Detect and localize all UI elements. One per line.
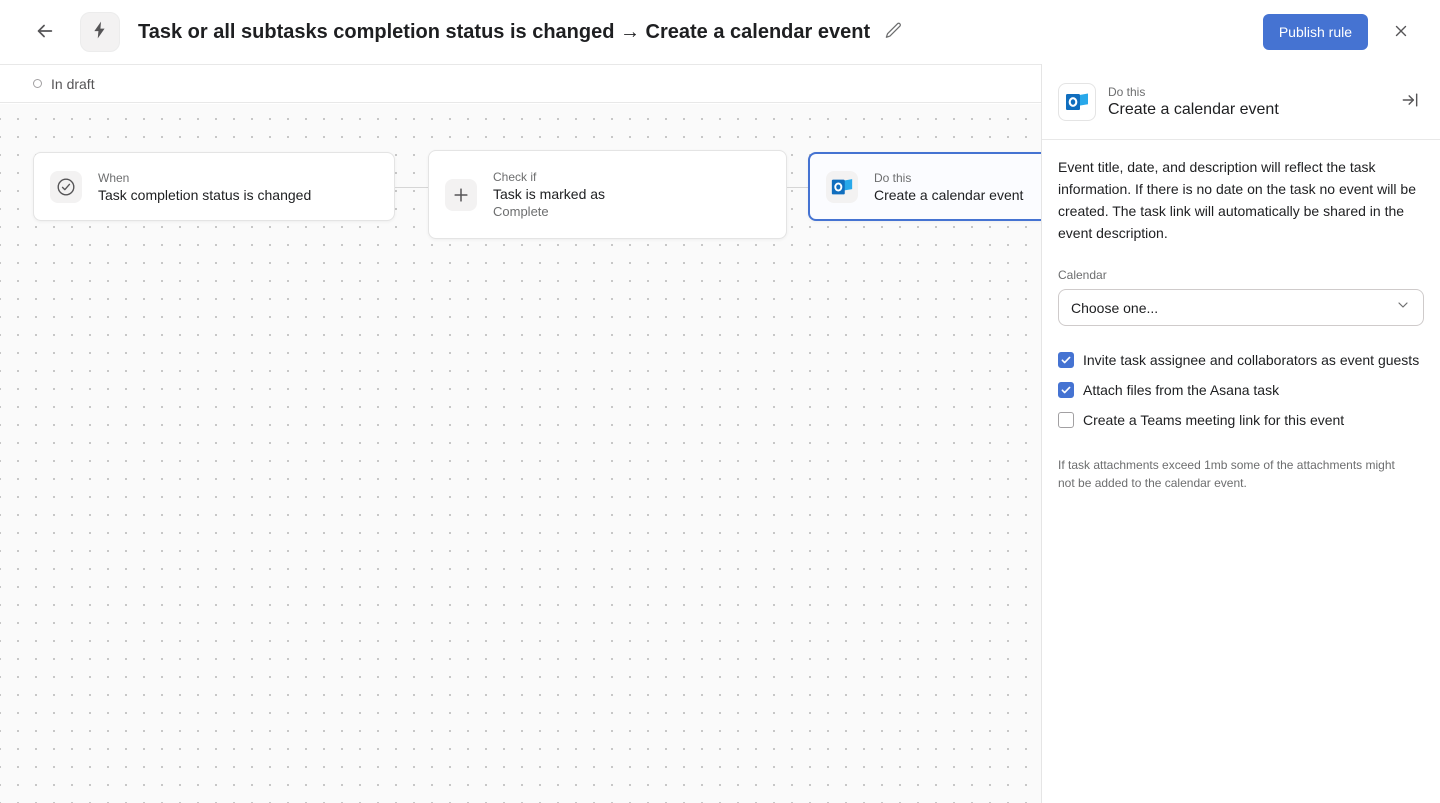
- card-connector: [787, 187, 808, 188]
- edit-title-button[interactable]: [880, 17, 907, 47]
- outlook-calendar-icon: [1058, 83, 1096, 121]
- draft-status-label: In draft: [51, 76, 95, 92]
- plus-icon: [445, 179, 477, 211]
- checkbox-teams-meeting-link[interactable]: Create a Teams meeting link for this eve…: [1058, 412, 1424, 428]
- checkbox-box[interactable]: [1058, 412, 1074, 428]
- options-checkbox-group: Invite task assignee and collaborators a…: [1058, 352, 1424, 428]
- panel-body: Event title, date, and description will …: [1042, 140, 1440, 508]
- card-title: Task is marked as: [493, 186, 605, 202]
- card-label: Check if: [493, 170, 605, 184]
- publish-rule-button[interactable]: Publish rule: [1263, 14, 1368, 50]
- arrow-left-icon: [34, 20, 56, 45]
- close-icon: [1392, 22, 1410, 43]
- card-subtitle: Complete: [493, 204, 605, 219]
- checkbox-label: Attach files from the Asana task: [1083, 382, 1279, 398]
- pencil-icon: [884, 21, 903, 43]
- condition-card-check-if[interactable]: Check if Task is marked as Complete: [428, 150, 787, 239]
- panel-step-label: Do this: [1108, 85, 1384, 99]
- close-button[interactable]: [1388, 18, 1414, 47]
- card-connector: [395, 187, 428, 188]
- action-settings-panel: Do this Create a calendar event Event ti…: [1041, 64, 1440, 803]
- panel-header: Do this Create a calendar event: [1042, 64, 1440, 140]
- checkbox-box[interactable]: [1058, 382, 1074, 398]
- card-title: Create a calendar event: [874, 187, 1023, 203]
- rule-canvas: When Task completion status is changed C…: [0, 104, 1041, 803]
- card-label: When: [98, 171, 311, 185]
- action-card-do-this[interactable]: Do this Create a calendar event: [808, 152, 1060, 221]
- outlook-calendar-icon: [826, 171, 858, 203]
- checkbox-invite-guests[interactable]: Invite task assignee and collaborators a…: [1058, 352, 1424, 368]
- trigger-card-when[interactable]: When Task completion status is changed: [33, 152, 395, 221]
- card-label: Do this: [874, 171, 1023, 185]
- top-bar: Task or all subtasks completion status i…: [0, 0, 1440, 64]
- topbar-divider: [0, 64, 1041, 65]
- calendar-select-value: Choose one...: [1071, 300, 1158, 316]
- checkbox-label: Invite task assignee and collaborators a…: [1083, 352, 1419, 368]
- check-circle-icon: [50, 171, 82, 203]
- checkbox-box[interactable]: [1058, 352, 1074, 368]
- card-title: Task completion status is changed: [98, 187, 311, 203]
- panel-title: Create a calendar event: [1108, 101, 1384, 119]
- chevron-down-icon: [1395, 297, 1411, 318]
- calendar-field-label: Calendar: [1058, 268, 1424, 282]
- calendar-select[interactable]: Choose one...: [1058, 289, 1424, 326]
- lightning-bolt-icon: [90, 20, 110, 45]
- page-title: Task or all subtasks completion status i…: [138, 21, 870, 44]
- arrow-to-bar-icon: [1400, 90, 1420, 113]
- status-bar: In draft: [0, 65, 1041, 103]
- rule-icon-box: [80, 12, 120, 52]
- back-button[interactable]: [30, 16, 60, 49]
- attachments-footnote: If task attachments exceed 1mb some of t…: [1058, 456, 1406, 492]
- checkbox-label: Create a Teams meeting link for this eve…: [1083, 412, 1344, 428]
- checkbox-attach-files[interactable]: Attach files from the Asana task: [1058, 382, 1424, 398]
- draft-status-icon: [33, 79, 42, 88]
- action-description: Event title, date, and description will …: [1058, 156, 1424, 244]
- collapse-panel-button[interactable]: [1396, 86, 1424, 117]
